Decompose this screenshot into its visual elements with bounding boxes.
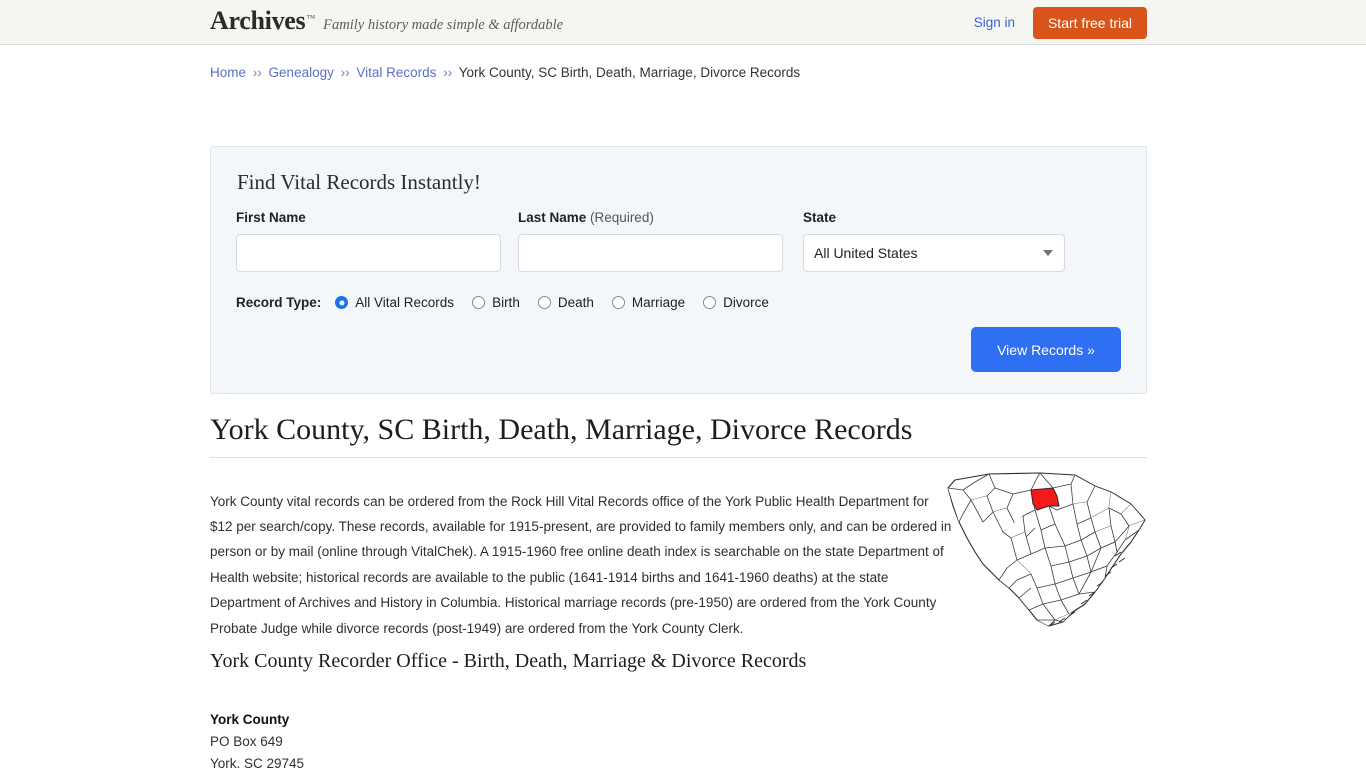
brand-logo[interactable]: Archives ™ Family history made simple & …: [210, 8, 563, 34]
radio-marriage[interactable]: Marriage: [611, 295, 686, 310]
state-select-wrapper: All United States: [803, 233, 1065, 272]
map-svg: [947, 472, 1146, 627]
record-type-row: Record Type: All Vital Records Birth Dea…: [236, 295, 787, 310]
breadcrumb-item-vital-records[interactable]: Vital Records: [356, 65, 436, 80]
radio-label-marriage: Marriage: [631, 295, 686, 310]
radio-icon[interactable]: [611, 296, 625, 309]
radio-divorce[interactable]: Divorce: [703, 295, 769, 310]
brand-name: Archives: [210, 6, 306, 35]
recorder-office-contact: York County PO Box 649 York, SC 29745 Ho…: [210, 709, 431, 768]
title-divider: [210, 457, 1147, 458]
radio-label-death: Death: [557, 295, 594, 310]
brand-tagline: Family history made simple & affordable: [323, 17, 564, 33]
last-name-field-group: Last Name (Required): [518, 211, 783, 272]
record-type-label: Record Type:: [236, 295, 322, 310]
breadcrumb-item-genealogy[interactable]: Genealogy: [269, 65, 334, 80]
contact-name: York County: [210, 712, 290, 727]
breadcrumb-separator-icon: ››: [443, 65, 453, 80]
radio-label-all-vital-records: All Vital Records: [355, 295, 455, 310]
trademark-icon: ™: [306, 13, 316, 23]
page-title: York County, SC Birth, Death, Marriage, …: [210, 413, 913, 446]
radio-icon[interactable]: [472, 296, 486, 309]
radio-all-vital-records[interactable]: All Vital Records: [335, 295, 454, 310]
sign-in-link[interactable]: Sign in: [974, 15, 1015, 30]
state-select-value: All United States: [814, 244, 918, 261]
contact-address-line-2: York, SC 29745: [210, 756, 305, 768]
view-records-button[interactable]: View Records »: [971, 327, 1121, 372]
radio-icon[interactable]: [703, 296, 717, 309]
breadcrumb-separator-icon: ››: [340, 65, 350, 80]
last-name-label-text: Last Name: [518, 210, 587, 225]
state-select[interactable]: All United States: [803, 233, 1065, 272]
search-panel-title: Find Vital Records Instantly!: [237, 170, 481, 194]
last-name-required-note: (Required): [590, 210, 654, 225]
south-carolina-county-map-image: [945, 470, 1150, 630]
start-free-trial-button[interactable]: Start free trial: [1032, 6, 1147, 39]
breadcrumb-separator-icon: ››: [252, 65, 262, 80]
last-name-label: Last Name (Required): [518, 211, 783, 225]
first-name-label: First Name: [236, 210, 306, 225]
contact-address-line-1: PO Box 649: [210, 734, 283, 749]
radio-death[interactable]: Death: [537, 295, 594, 310]
radio-icon-checked[interactable]: [335, 296, 349, 309]
radio-birth[interactable]: Birth: [472, 295, 520, 310]
breadcrumb: Home ›› Genealogy ›› Vital Records ›› Yo…: [210, 65, 800, 80]
breadcrumb-item-home[interactable]: Home: [210, 65, 246, 80]
first-name-field-group: First Name: [236, 211, 501, 272]
last-name-input[interactable]: [518, 233, 783, 272]
header-actions: Sign in Start free trial: [974, 0, 1147, 45]
article-body: York County vital records can be ordered…: [210, 493, 952, 636]
site-header: Archives ™ Family history made simple & …: [0, 0, 1366, 45]
state-label: State: [803, 210, 837, 225]
radio-icon[interactable]: [537, 296, 551, 309]
radio-label-divorce: Divorce: [723, 295, 769, 310]
recorder-office-heading: York County Recorder Office - Birth, Dea…: [210, 650, 807, 672]
first-name-input[interactable]: [236, 233, 501, 272]
breadcrumb-item-current: York County, SC Birth, Death, Marriage, …: [458, 65, 801, 80]
vital-records-search-panel: Find Vital Records Instantly! First Name…: [210, 146, 1147, 394]
radio-label-birth: Birth: [492, 295, 520, 310]
state-field-group: State All United States: [803, 211, 1065, 272]
